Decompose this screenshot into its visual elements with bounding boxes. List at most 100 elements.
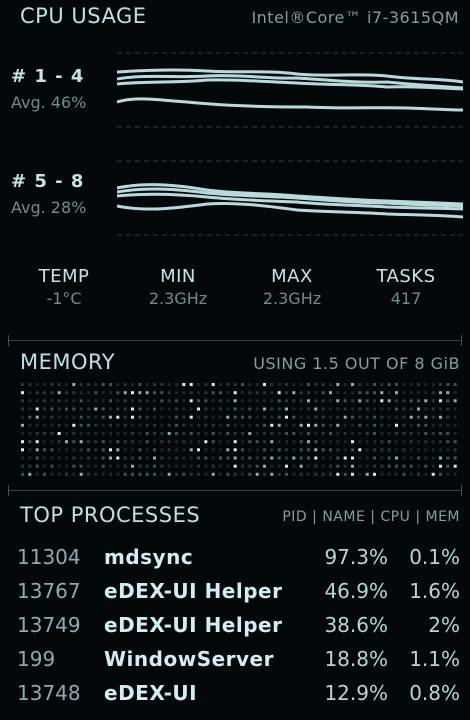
memory-cell	[307, 464, 310, 468]
memory-cell	[109, 383, 112, 386]
memory-cell	[424, 407, 428, 411]
memory-cell	[123, 464, 127, 468]
memory-cell	[21, 472, 24, 476]
memory-cell	[219, 456, 222, 460]
memory-cell	[270, 456, 274, 460]
memory-cell	[351, 464, 354, 468]
memory-cell	[285, 440, 288, 444]
memory-cell	[145, 383, 149, 386]
memory-cell	[351, 415, 354, 419]
memory-cell	[43, 383, 46, 386]
memory-cell	[409, 448, 413, 452]
memory-cell	[439, 432, 442, 435]
memory-cell	[160, 440, 164, 444]
memory-cell	[35, 456, 39, 460]
memory-cell	[270, 448, 274, 452]
memory-cell	[299, 432, 303, 435]
memory-cell	[358, 423, 362, 427]
memory-cell	[409, 391, 413, 395]
memory-cell	[226, 432, 230, 435]
memory-cell	[336, 407, 340, 411]
memory-cell	[307, 448, 310, 452]
memory-cell	[299, 464, 303, 468]
memory-cell	[131, 407, 134, 411]
memory-cell	[153, 423, 156, 427]
memory-cell	[446, 423, 450, 427]
memory-cell	[321, 432, 325, 435]
memory-cell	[336, 472, 340, 476]
memory-cell	[65, 423, 68, 427]
memory-cell	[219, 440, 222, 444]
memory-cell	[219, 407, 222, 411]
memory-cell	[94, 432, 98, 435]
memory-cell	[101, 464, 105, 468]
memory-cell	[21, 456, 24, 460]
memory-cell	[101, 432, 105, 435]
memory-cell	[365, 423, 369, 427]
memory-cell	[358, 383, 362, 386]
memory-cell	[365, 399, 369, 403]
memory-cell	[307, 407, 310, 411]
process-mem: 1.6%	[409, 579, 460, 603]
memory-cell	[439, 399, 442, 403]
memory-cell	[307, 415, 310, 419]
memory-cell	[263, 440, 266, 444]
memory-cell	[380, 440, 384, 444]
memory-cell	[380, 448, 384, 452]
memory-cell	[307, 472, 310, 476]
memory-cell	[248, 407, 252, 411]
memory-cell	[255, 423, 259, 427]
memory-cell	[109, 472, 112, 476]
memory-cell	[123, 432, 127, 435]
memory-cell	[402, 448, 406, 452]
memory-cell	[43, 448, 46, 452]
memory-cell	[79, 423, 83, 427]
memory-cell	[57, 407, 61, 411]
memory-cell	[329, 415, 332, 419]
process-row[interactable]: 13749 eDEX-UI Helper 38.6% 2%	[0, 613, 470, 647]
process-row[interactable]: 11304 mdsync 97.3% 0.1%	[0, 545, 470, 579]
memory-cell	[131, 432, 134, 435]
memory-cell	[50, 440, 54, 444]
memory-cell	[204, 399, 208, 403]
memory-cell	[321, 407, 325, 411]
memory-cell	[43, 399, 46, 403]
memory-cell	[211, 472, 215, 476]
memory-cell	[79, 399, 83, 403]
memory-cell	[57, 423, 61, 427]
process-row[interactable]: 13748 eDEX-UI 12.9% 0.8%	[0, 681, 470, 715]
memory-cell	[336, 415, 340, 419]
memory-cell	[285, 399, 288, 403]
process-row[interactable]: 199 WindowServer 18.8% 1.1%	[0, 647, 470, 681]
memory-cell	[314, 415, 318, 419]
memory-cell	[417, 399, 420, 403]
memory-cell	[197, 415, 200, 419]
memory-cell	[395, 440, 398, 444]
memory-cell	[263, 448, 266, 452]
memory-cell	[160, 432, 164, 435]
memory-cell	[79, 456, 83, 460]
memory-cell	[57, 464, 61, 468]
memory-cell	[87, 432, 90, 435]
memory-cell	[277, 456, 281, 460]
memory-cell	[292, 472, 296, 476]
memory-cell	[57, 432, 61, 435]
memory-cell	[417, 448, 420, 452]
memory-cell	[116, 448, 120, 452]
memory-cell	[314, 399, 318, 403]
memory-cell	[314, 407, 318, 411]
memory-cell	[285, 472, 288, 476]
memory-cell	[248, 432, 252, 435]
memory-cell	[431, 472, 435, 476]
memory-cell	[226, 440, 230, 444]
process-row[interactable]: 13767 eDEX-UI Helper 46.9% 1.6%	[0, 579, 470, 613]
memory-cell	[380, 391, 384, 395]
memory-cell	[270, 383, 274, 386]
memory-cell	[28, 448, 32, 452]
memory-cell	[453, 399, 457, 403]
memory-cell	[395, 432, 398, 435]
memory-cell	[285, 415, 288, 419]
memory-cell	[131, 472, 134, 476]
memory-cell	[263, 472, 266, 476]
stat-label: TEMP	[38, 266, 90, 287]
